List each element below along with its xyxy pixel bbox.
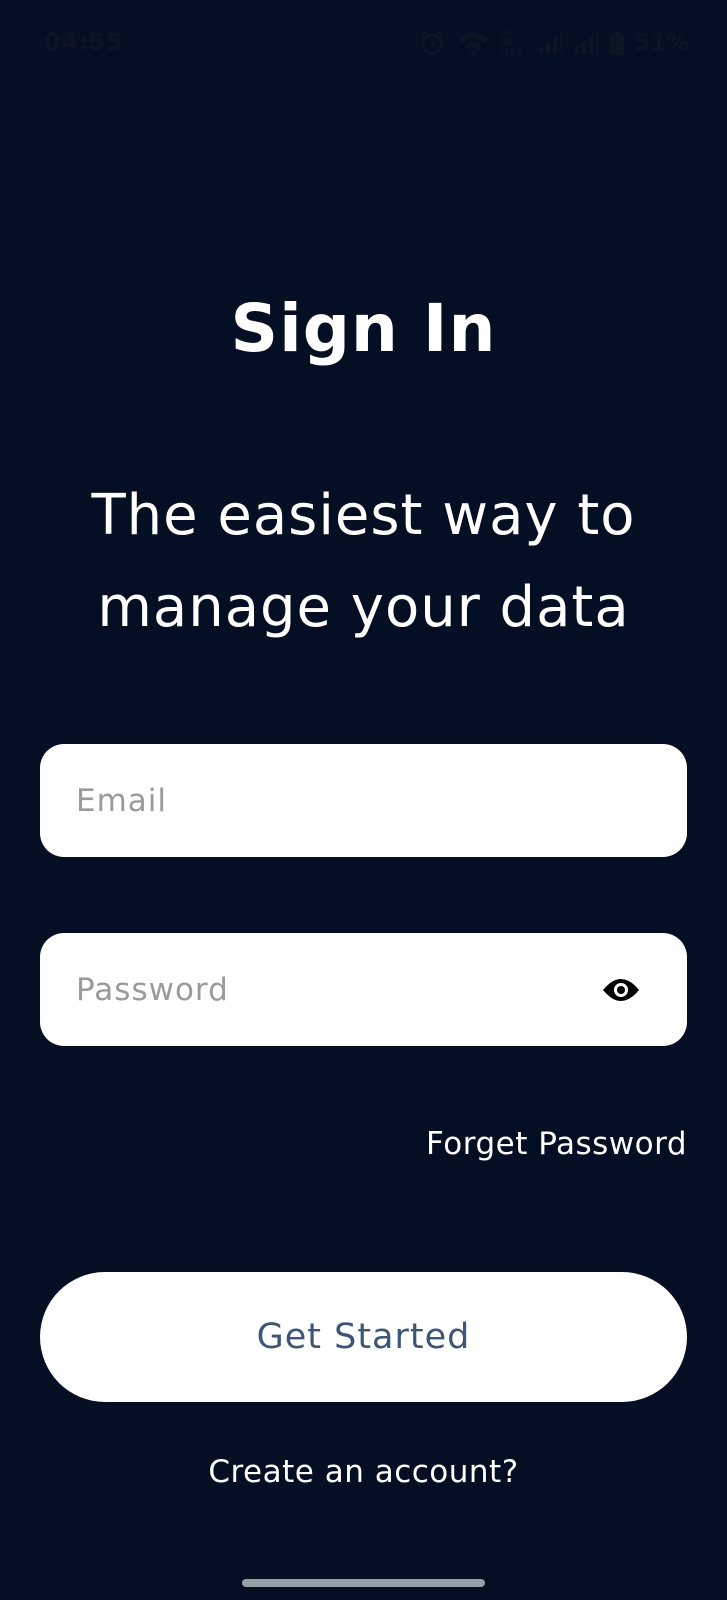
alarm-icon xyxy=(418,29,446,57)
page-subtitle: The easiest way to manage your data xyxy=(91,483,636,640)
password-field-container xyxy=(40,933,687,1046)
network-label-top: Vo 5G xyxy=(499,28,514,48)
network-type: Vo 5G LTE2 xyxy=(500,28,528,58)
password-input[interactable] xyxy=(76,933,596,1046)
email-field-container xyxy=(40,744,687,857)
get-started-button[interactable]: Get Started xyxy=(40,1272,687,1402)
create-account-link[interactable]: Create an account? xyxy=(0,1454,727,1490)
battery-percentage: 51% xyxy=(633,30,689,56)
eye-icon[interactable] xyxy=(601,970,641,1010)
wifi-icon xyxy=(456,29,490,57)
status-time: 04:55 xyxy=(44,28,123,56)
signal-icon xyxy=(538,31,564,55)
battery-icon xyxy=(609,31,624,55)
status-bar: 04:55 Vo 5G LTE2 51% xyxy=(0,0,727,88)
forget-password-link[interactable]: Forget Password xyxy=(426,1126,687,1162)
page-title: Sign In xyxy=(230,290,497,367)
signal-icon xyxy=(574,31,600,55)
home-indicator[interactable] xyxy=(242,1579,485,1587)
status-icons: Vo 5G LTE2 51% xyxy=(418,28,689,58)
email-input[interactable] xyxy=(76,744,596,857)
network-label-bottom: LTE2 xyxy=(499,48,523,58)
